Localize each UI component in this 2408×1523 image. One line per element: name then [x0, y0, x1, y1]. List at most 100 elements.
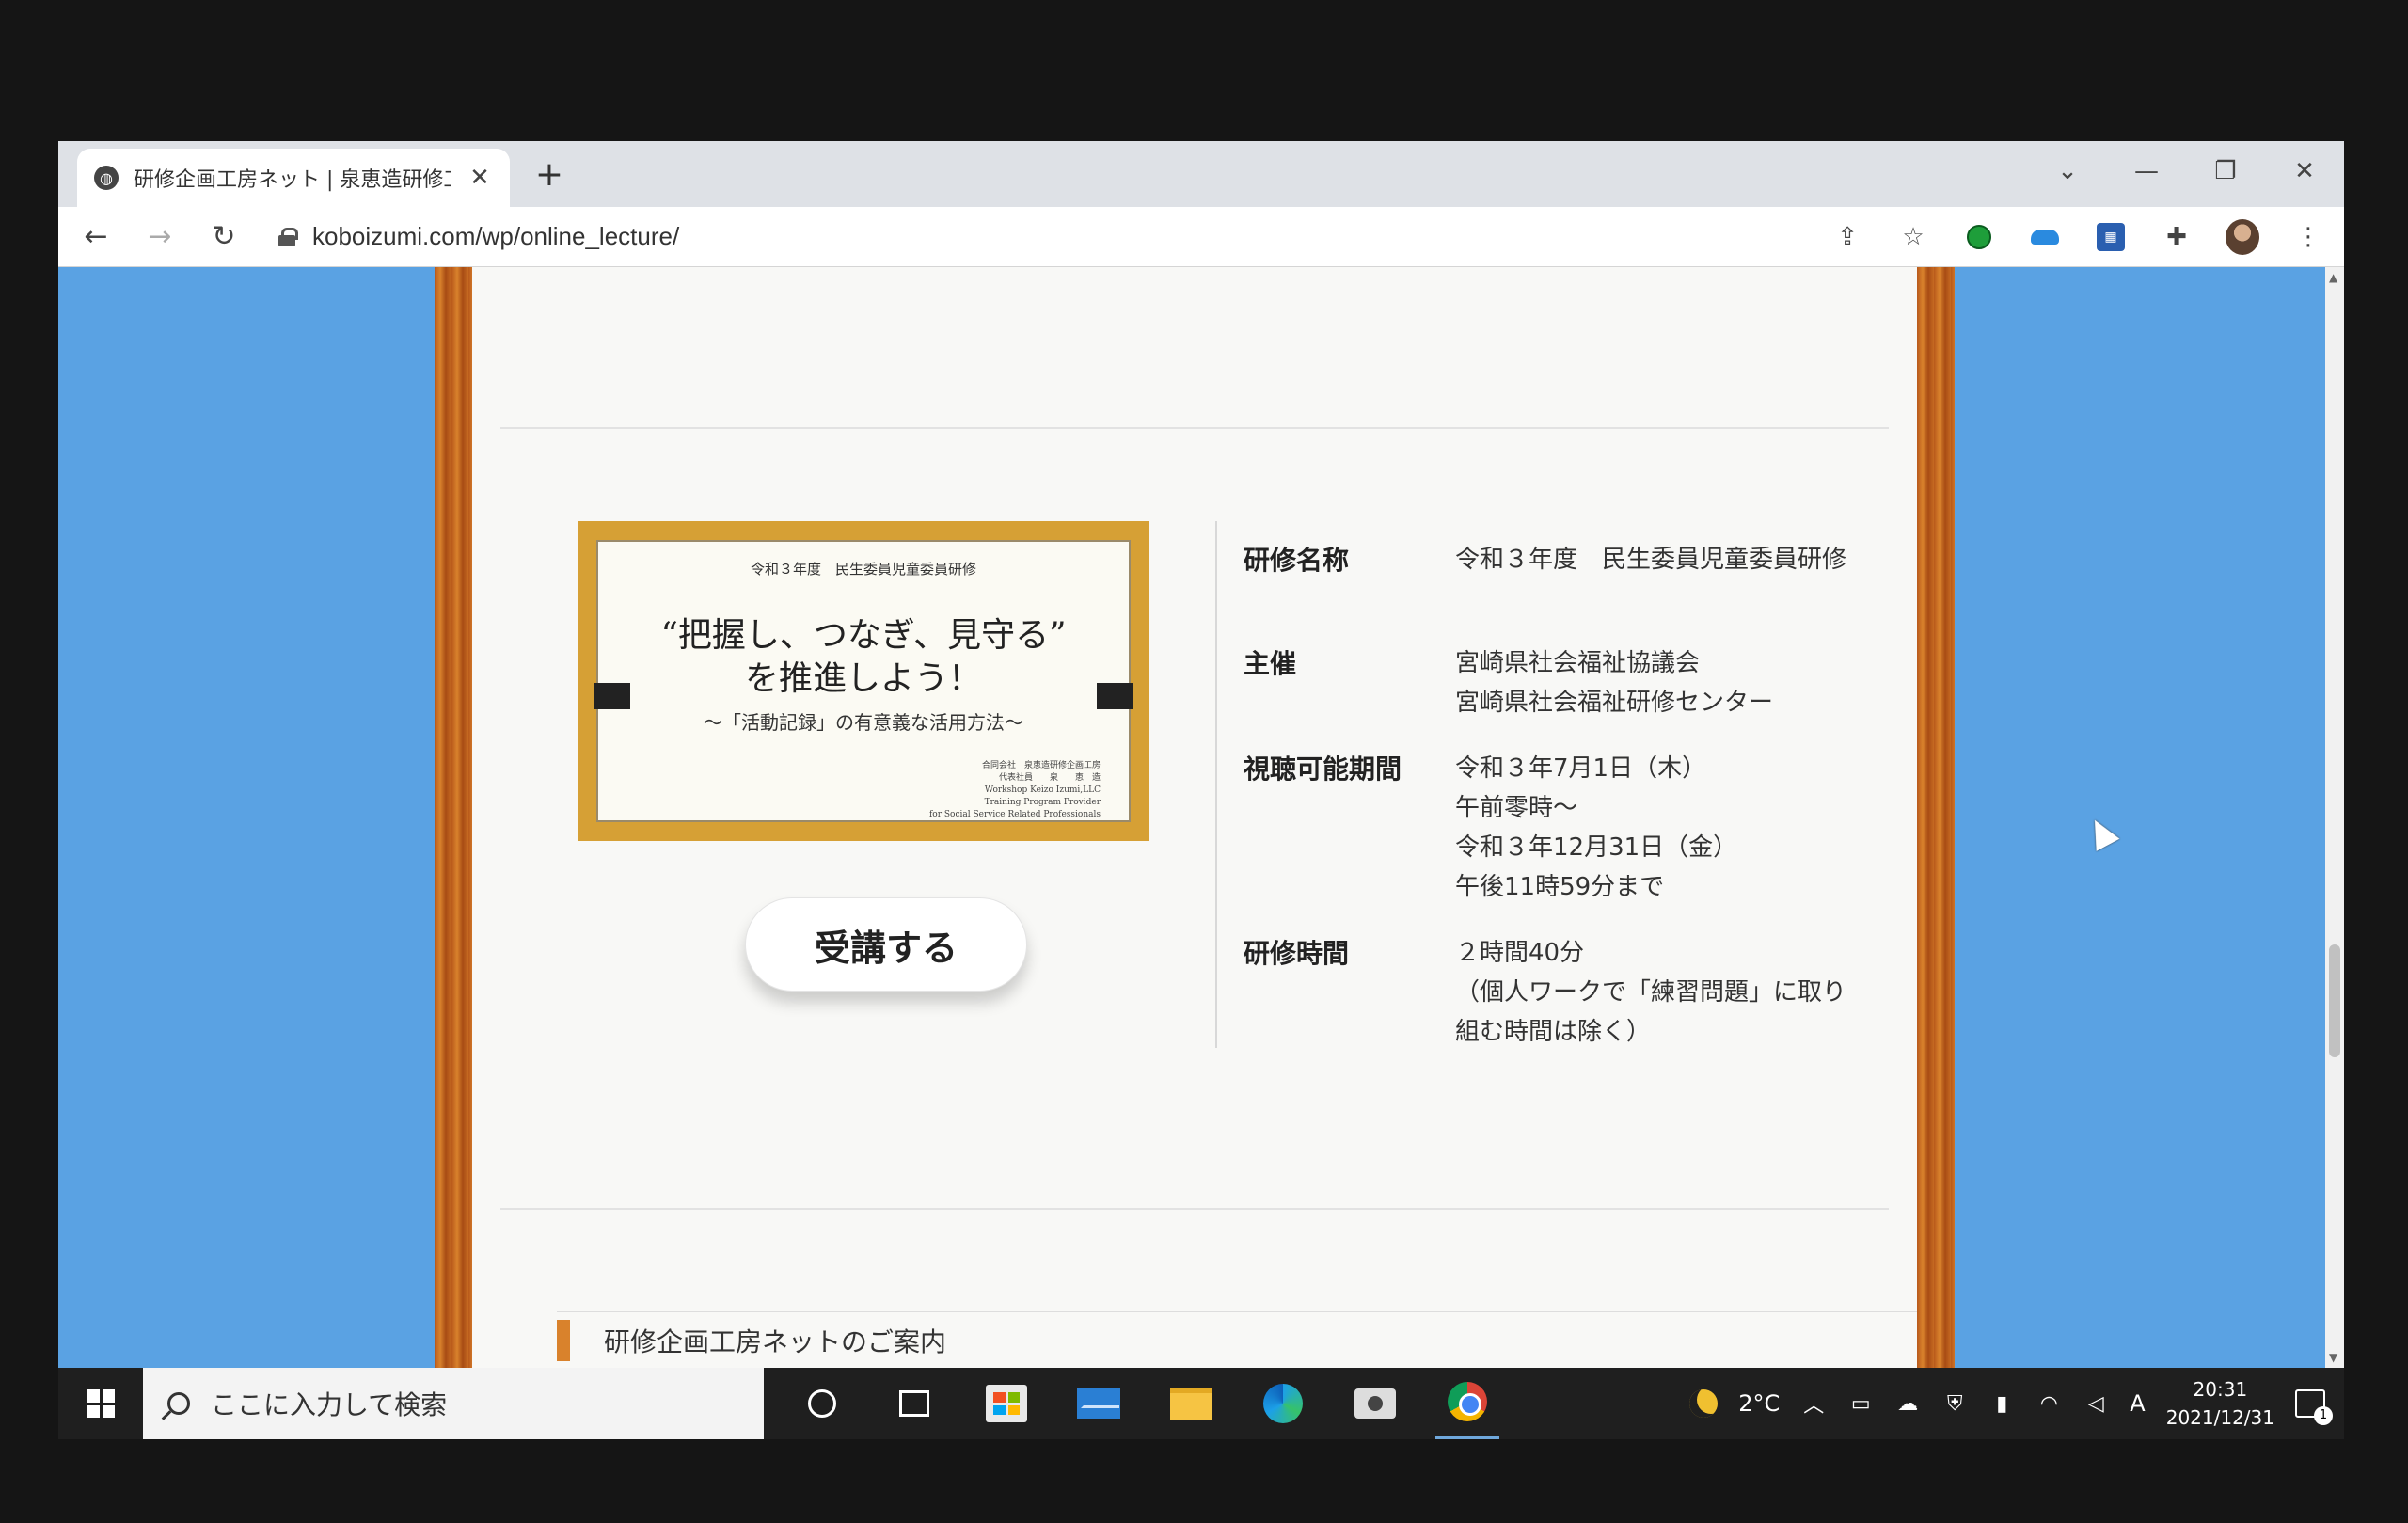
onedrive-cloud-icon[interactable]: ☁ — [1894, 1392, 1921, 1416]
start-button[interactable] — [58, 1368, 143, 1439]
taskbar-search-box[interactable]: ここに入力して検索 — [143, 1368, 764, 1439]
info-key: 研修時間 — [1244, 938, 1350, 969]
url-text[interactable]: koboizumi.com/wp/online_lecture/ — [312, 222, 679, 251]
edge-app[interactable] — [1251, 1368, 1315, 1439]
poster-credit-line: 代表社員 泉 恵 造 — [998, 773, 1101, 783]
store-app[interactable] — [974, 1368, 1038, 1439]
scroll-up-icon[interactable]: ▲ — [2329, 271, 2337, 284]
wood-frame-left — [435, 267, 472, 1368]
battery-icon[interactable]: ▮ — [1988, 1392, 2015, 1416]
edge-icon — [1263, 1384, 1303, 1423]
section-heading-text: 研修企画工房ネットのご案内 — [604, 1325, 947, 1357]
poster-credit-line: for Social Service Related Professionals — [928, 810, 1101, 819]
clock-date: 2021/12/31 — [2165, 1406, 2274, 1429]
browser-toolbar: ← → ↻ koboizumi.com/wp/online_lecture/ ⇪… — [58, 207, 2344, 267]
notification-badge: 1 — [2314, 1406, 2333, 1425]
extensions-puzzle-icon[interactable]: ✚ — [2160, 220, 2194, 254]
system-tray: 2°C ︿ ▭ ☁ ⛨ ▮ ◠ ◁ A 20:31 2021/12/31 1 — [1689, 1368, 2344, 1439]
close-window-button[interactable]: ✕ — [2284, 151, 2325, 192]
scroll-down-icon[interactable]: ▼ — [2329, 1351, 2337, 1364]
info-divider — [1215, 521, 1217, 1048]
chevron-up-icon[interactable]: ︿ — [1800, 1392, 1827, 1418]
paper-panel: 令和３年度 民生委員児童委員研修 “把握し、つなぎ、見守る” を推進しよう！ 〜… — [472, 267, 1928, 1368]
poster-tagline: 〜「活動記録」の有意義な活用方法〜 — [704, 711, 1023, 734]
address-bar[interactable]: koboizumi.com/wp/online_lecture/ — [269, 214, 1804, 260]
info-value: 宮崎県社会福祉協議会 宮崎県社会福祉研修センター — [1455, 649, 1774, 717]
poster-subtitle: 令和３年度 民生委員児童委員研修 — [750, 561, 976, 578]
poster-credit: 合同会社 泉恵造研修企画工房 代表社員 泉 恵 造 Workshop Keizo… — [929, 760, 1101, 821]
share-icon[interactable]: ⇪ — [1830, 220, 1864, 254]
back-icon[interactable]: ← — [77, 218, 115, 256]
extension-calendar-icon[interactable]: ▦ — [2094, 220, 2128, 254]
volume-icon[interactable]: ◁ — [2083, 1392, 2109, 1416]
info-key: 視聴可能期間 — [1244, 754, 1402, 785]
poster-credit-line: Training Program Provider — [984, 798, 1101, 807]
lock-icon[interactable] — [278, 227, 298, 246]
section-accent-bar — [557, 1319, 570, 1361]
poster-card: 令和３年度 民生委員児童委員研修 “把握し、つなぎ、見守る” を推進しよう！ 〜… — [594, 540, 1133, 822]
menu-kebab-icon[interactable]: ⋮ — [2291, 220, 2325, 254]
scroll-thumb[interactable] — [2329, 944, 2340, 1057]
weather-temperature[interactable]: 2°C — [1738, 1390, 1780, 1417]
clock[interactable]: 20:31 2021/12/31 — [2166, 1375, 2274, 1432]
weather-moon-icon[interactable] — [1689, 1389, 1719, 1418]
info-value: ２時間40分 （個人ワークで「練習問題」に取り組む時間は除く） — [1455, 939, 1847, 1046]
ime-indicator[interactable]: A — [2130, 1390, 2145, 1417]
info-row-viewing-period: 視聴可能期間 令和３年7月1日（木） 午前零時〜 令和３年12月31日（金） 午… — [1244, 749, 1869, 907]
extension-green-icon[interactable] — [1962, 220, 1996, 254]
poster-credit-line: 合同会社 泉恵造研修企画工房 — [981, 761, 1101, 770]
info-key: 研修名称 — [1244, 545, 1350, 576]
browser-tab[interactable]: ◍ 研修企画工房ネット | 泉恵造研修工房 ✕ — [77, 149, 510, 207]
windows-logo-icon — [87, 1389, 115, 1418]
chrome-app[interactable] — [1435, 1368, 1499, 1439]
close-tab-icon[interactable]: ✕ — [467, 164, 493, 192]
mail-icon — [1077, 1388, 1120, 1419]
poster-credit-line: Workshop Keizo Izumi,LLC — [984, 785, 1101, 795]
task-view-button[interactable] — [882, 1368, 946, 1439]
file-explorer-app[interactable] — [1159, 1368, 1223, 1439]
cortana-icon — [808, 1389, 836, 1418]
taskbar-apps — [790, 1368, 1499, 1439]
page-viewport: 令和３年度 民生委員児童委員研修 “把握し、つなぎ、見守る” を推進しよう！ 〜… — [58, 267, 2325, 1368]
meet-now-icon[interactable]: ▭ — [1847, 1392, 1874, 1416]
info-row-name: 研修名称 令和３年度 民生委員児童委員研修 — [1244, 540, 1869, 579]
screen: ◍ 研修企画工房ネット | 泉恵造研修工房 ✕ + ⌄ — ❐ ✕ ← → ↻ … — [58, 141, 2344, 1439]
page-scrollbar[interactable]: ▲ ▼ — [2325, 267, 2344, 1368]
camera-icon — [1354, 1388, 1396, 1419]
notification-icon[interactable]: 1 — [2295, 1389, 2333, 1425]
mail-app[interactable] — [1067, 1368, 1131, 1439]
bookmark-star-icon[interactable]: ☆ — [1896, 220, 1930, 254]
divider-line — [500, 1208, 1889, 1210]
info-row-organizer: 主催 宮崎県社会福祉協議会 宮崎県社会福祉研修センター — [1244, 643, 1869, 722]
info-key: 主催 — [1244, 648, 1297, 679]
section-heading: 研修企画工房ネットのご案内 — [557, 1311, 1928, 1368]
cortana-button[interactable] — [790, 1368, 854, 1439]
reload-icon[interactable]: ↻ — [205, 218, 243, 256]
info-value: 令和３年7月1日（木） 午前零時〜 令和３年12月31日（金） 午後11時59分… — [1455, 754, 1738, 901]
window-controls: ⌄ — ❐ ✕ — [2047, 151, 2325, 192]
store-icon — [986, 1385, 1027, 1422]
info-value: 令和３年度 民生委員児童委員研修 — [1455, 546, 1847, 574]
tab-search-icon[interactable]: ⌄ — [2047, 151, 2088, 192]
globe-icon: ◍ — [94, 166, 119, 190]
tab-title: 研修企画工房ネット | 泉恵造研修工房 — [134, 168, 452, 192]
camera-app[interactable] — [1343, 1368, 1407, 1439]
clock-time: 20:31 — [2193, 1378, 2248, 1401]
search-icon — [167, 1392, 190, 1415]
wood-frame-right — [1917, 267, 1955, 1368]
forward-icon[interactable]: → — [141, 218, 179, 256]
security-icon[interactable]: ⛨ — [1941, 1392, 1968, 1416]
minimize-button[interactable]: — — [2126, 151, 2167, 192]
browser-tabbar: ◍ 研修企画工房ネット | 泉恵造研修工房 ✕ + ⌄ — ❐ ✕ — [58, 141, 2344, 207]
info-row-duration: 研修時間 ２時間40分 （個人ワークで「練習問題」に取り組む時間は除く） — [1244, 933, 1869, 1052]
divider-line — [500, 427, 1889, 429]
new-tab-button[interactable]: + — [529, 154, 570, 196]
task-view-icon — [899, 1390, 929, 1417]
enroll-button[interactable]: 受講する — [745, 897, 1027, 992]
windows-taskbar: ここに入力して検索 2°C ︿ ▭ ☁ ⛨ ▮ ◠ ◁ A 20:31 2021 — [58, 1368, 2344, 1439]
profile-avatar[interactable] — [2226, 218, 2259, 255]
course-poster: 令和３年度 民生委員児童委員研修 “把握し、つなぎ、見守る” を推進しよう！ 〜… — [578, 521, 1149, 841]
restore-button[interactable]: ❐ — [2205, 151, 2246, 192]
extension-cloud-icon[interactable] — [2028, 220, 2062, 254]
wifi-icon[interactable]: ◠ — [2036, 1392, 2062, 1416]
